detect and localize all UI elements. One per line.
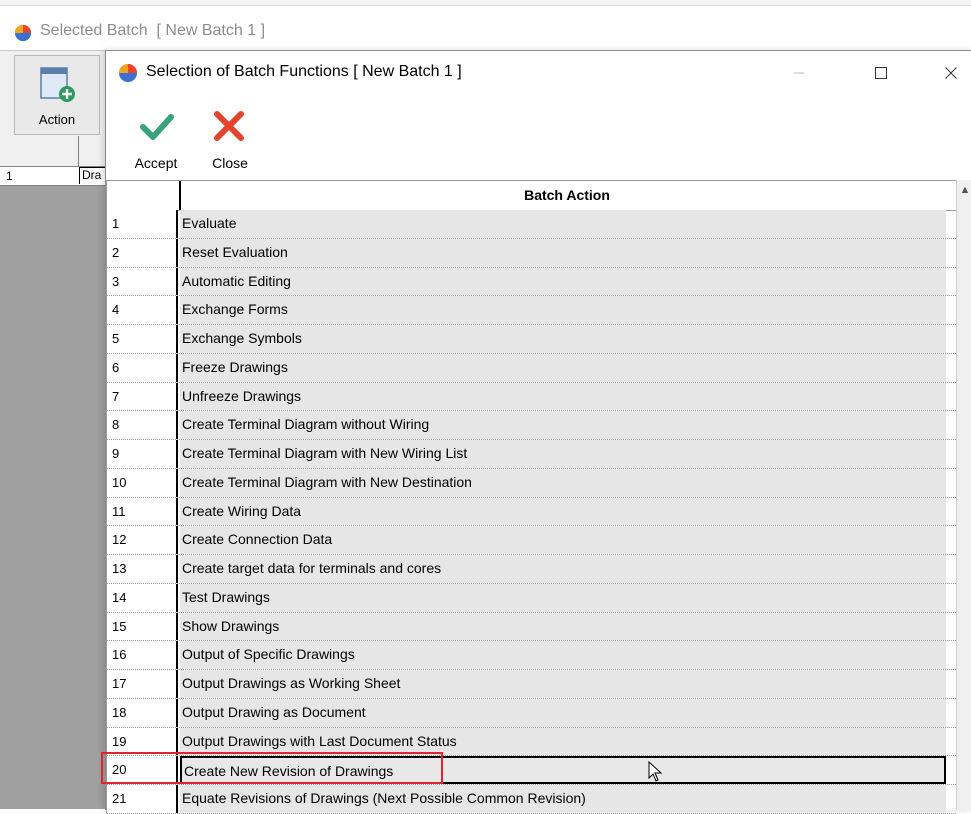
batch-action-cell[interactable]: Freeze Drawings	[180, 353, 946, 382]
row-number: 19	[106, 727, 178, 756]
table-row[interactable]: 13 Create target data for terminals and c…	[106, 555, 956, 584]
batch-action-cell[interactable]: Create target data for terminals and cor…	[180, 555, 946, 583]
accept-label: Accept	[134, 155, 178, 171]
grid-header: Batch Action	[106, 180, 956, 211]
row-number: 3	[106, 267, 178, 296]
batch-action-cell[interactable]: Create Wiring Data	[180, 497, 946, 526]
row-number: 18	[106, 698, 178, 727]
table-row[interactable]: 17 Output Drawings as Working Sheet	[106, 670, 956, 699]
table-row[interactable]: 20 Create New Revision of Drawings	[106, 756, 956, 785]
checkmark-icon	[140, 114, 174, 140]
table-row[interactable]: 8 Create Terminal Diagram without Wiring	[106, 411, 956, 440]
table-row[interactable]: 7 Unfreeze Drawings	[106, 382, 956, 412]
row-number: 15	[106, 612, 178, 641]
batch-action-cell[interactable]: Output Drawings as Working Sheet	[180, 670, 946, 698]
row-number: 1	[106, 210, 178, 238]
row-number: 14	[106, 583, 178, 612]
batch-action-cell[interactable]: Evaluate	[180, 210, 946, 238]
batch-action-cell[interactable]: Exchange Symbols	[180, 325, 946, 353]
dialog-title: Selection of Batch Functions [ New Batch…	[146, 63, 462, 80]
batch-action-cell[interactable]: Create Terminal Diagram without Wiring	[180, 411, 946, 439]
table-row[interactable]: 12 Create Connection Data	[106, 526, 956, 555]
batch-action-cell[interactable]: Unfreeze Drawings	[180, 382, 946, 411]
batch-action-cell[interactable]: Exchange Forms	[180, 296, 946, 324]
background-grid-row[interactable]: 1 Dra	[0, 167, 105, 186]
vertical-scrollbar[interactable]: ▲	[956, 180, 971, 810]
background-toolbar: Action	[0, 50, 105, 137]
batch-action-cell[interactable]: Reset Evaluation	[180, 238, 946, 267]
minimize-button[interactable]	[776, 51, 822, 95]
row-number: 10	[106, 468, 178, 497]
batch-action-cell[interactable]: Output Drawings with Last Document Statu…	[180, 727, 946, 756]
grid-rows: 1 Evaluate 2 Reset Evaluation 3 Automatic Edi…	[106, 210, 956, 814]
batch-action-cell[interactable]: Automatic Editing	[180, 267, 946, 296]
table-row[interactable]: 15 Show Drawings	[106, 612, 956, 642]
maximize-icon	[875, 67, 887, 79]
batch-action-column-header[interactable]: Batch Action	[180, 181, 954, 210]
background-grid: 1 Dra	[0, 136, 105, 809]
table-row[interactable]: 14 Test Drawings	[106, 583, 956, 613]
action-button[interactable]: Action	[14, 55, 100, 135]
batch-functions-dialog: Selection of Batch Functions [ New Batch…	[105, 50, 971, 814]
batch-action-cell[interactable]: Test Drawings	[180, 583, 946, 612]
dialog-titlebar: Selection of Batch Functions [ New Batch…	[106, 51, 971, 95]
batch-action-cell[interactable]: Create New Revision of Drawings	[180, 756, 946, 784]
close-icon	[945, 67, 957, 79]
batch-action-cell[interactable]: Create Terminal Diagram with New Wiring …	[180, 440, 946, 468]
batch-action-cell[interactable]: Create Terminal Diagram with New Destina…	[180, 468, 946, 497]
batch-action-grid: Batch Action 1 Evaluate 2 Reset Evaluation 3…	[106, 180, 971, 814]
row-number: 20	[106, 756, 178, 784]
table-row[interactable]: 2 Reset Evaluation	[106, 238, 956, 268]
action-label: Action	[38, 112, 76, 127]
row-number: 16	[106, 641, 178, 669]
row-number-header	[106, 181, 181, 210]
close-label: Close	[212, 155, 248, 171]
batch-action-cell[interactable]: Create Connection Data	[180, 526, 946, 554]
background-window-title: Selected Batch [ New Batch 1 ]	[40, 22, 266, 39]
dialog-toolbar: Accept Close	[106, 95, 971, 179]
table-row[interactable]: 19 Output Drawings with Last Document Sta…	[106, 727, 956, 757]
window-close-button[interactable]	[928, 51, 971, 95]
table-row[interactable]: 10 Create Terminal Diagram with New Desti…	[106, 468, 956, 498]
x-mark-icon	[214, 111, 244, 141]
background-window-titlebar: Selected Batch [ New Batch 1 ]	[0, 6, 971, 50]
table-row[interactable]: 6 Freeze Drawings	[106, 353, 956, 383]
maximize-button[interactable]	[858, 51, 904, 95]
table-row[interactable]: 18 Output Drawing as Document	[106, 698, 956, 728]
row-number: 8	[106, 411, 178, 439]
app-logo-icon	[119, 64, 137, 82]
row-number: 6	[106, 353, 178, 382]
background-row-number: 1	[6, 169, 13, 183]
row-number: 5	[106, 325, 178, 353]
table-row[interactable]: 4 Exchange Forms	[106, 296, 956, 325]
accept-button[interactable]: Accept	[128, 109, 184, 173]
table-row[interactable]: 21 Equate Revisions of Drawings (Next Pos…	[106, 785, 956, 814]
row-number: 2	[106, 238, 178, 267]
row-number: 9	[106, 440, 178, 468]
mouse-cursor-icon	[648, 761, 663, 782]
scroll-up-icon[interactable]: ▲	[957, 184, 971, 200]
table-row[interactable]: 1 Evaluate	[106, 210, 956, 239]
close-button[interactable]: Close	[206, 109, 254, 173]
table-row[interactable]: 9 Create Terminal Diagram with New Wiring…	[106, 440, 956, 469]
row-number: 4	[106, 296, 178, 324]
background-row-cell[interactable]: Dra	[79, 167, 105, 184]
app-logo-icon	[14, 24, 32, 42]
row-number: 17	[106, 670, 178, 698]
batch-action-cell[interactable]: Output Drawing as Document	[180, 698, 946, 727]
row-number: 7	[106, 382, 178, 411]
batch-action-cell[interactable]: Output of Specific Drawings	[180, 641, 946, 669]
row-number: 13	[106, 555, 178, 583]
row-number: 11	[106, 497, 178, 526]
add-document-icon	[40, 67, 75, 102]
table-row[interactable]: 11 Create Wiring Data	[106, 497, 956, 527]
batch-action-cell[interactable]: Show Drawings	[180, 612, 946, 641]
row-number: 12	[106, 526, 178, 554]
background-grid-header	[0, 136, 105, 167]
minimize-icon	[794, 72, 804, 74]
table-row[interactable]: 3 Automatic Editing	[106, 267, 956, 297]
table-row[interactable]: 16 Output of Specific Drawings	[106, 641, 956, 670]
table-row[interactable]: 5 Exchange Symbols	[106, 325, 956, 354]
